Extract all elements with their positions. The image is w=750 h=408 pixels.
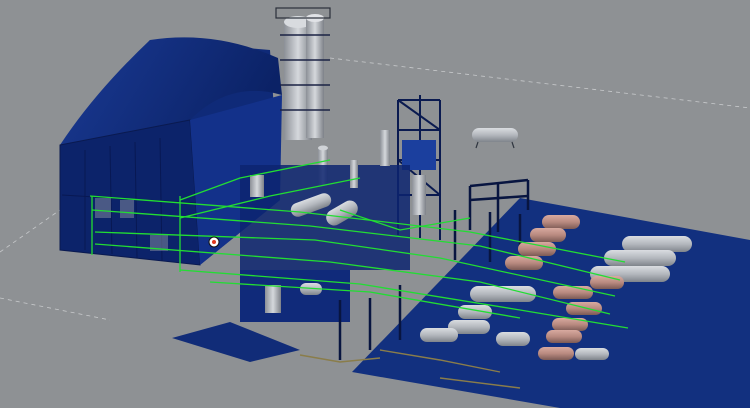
south-slab — [172, 322, 300, 362]
horizontal-drum-floating[interactable] — [472, 128, 518, 149]
distillation-columns[interactable] — [275, 7, 331, 186]
3d-viewport[interactable] — [0, 0, 750, 408]
selection-marker[interactable] — [208, 236, 220, 248]
scene-canvas[interactable] — [0, 0, 750, 408]
